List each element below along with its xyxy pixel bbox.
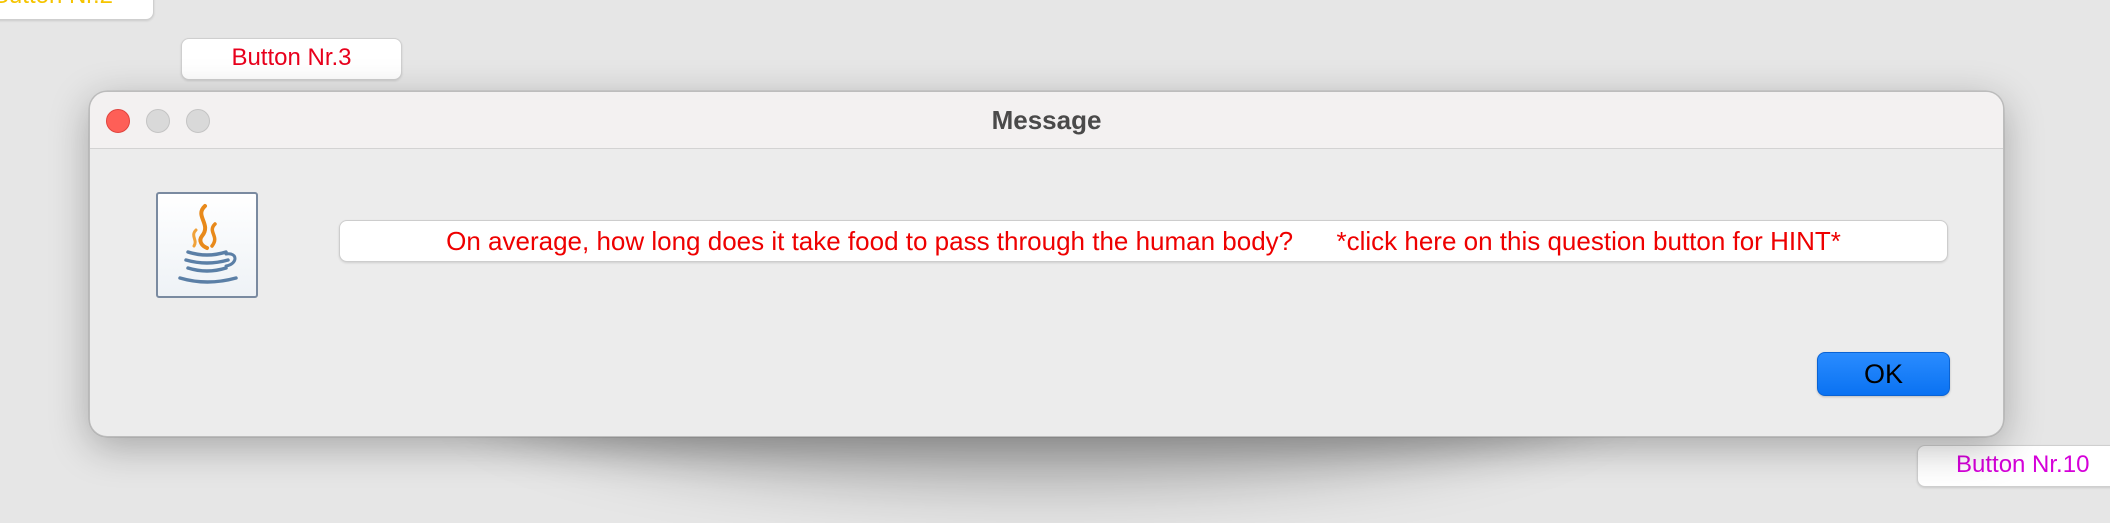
background-button-10[interactable]: Button Nr.10: [1917, 445, 2110, 487]
java-coffee-cup-icon: [156, 192, 258, 298]
dialog-titlebar: Message: [90, 92, 2003, 149]
background-button-2[interactable]: Button Nr.2: [0, 0, 154, 20]
ok-button[interactable]: OK: [1817, 352, 1950, 396]
background-button-3[interactable]: Button Nr.3: [181, 38, 402, 80]
dialog-title: Message: [991, 105, 1102, 135]
question-hint-button[interactable]: On average, how long does it take food t…: [339, 220, 1948, 262]
message-dialog: Message On average, how long does it tak…: [89, 91, 2004, 437]
